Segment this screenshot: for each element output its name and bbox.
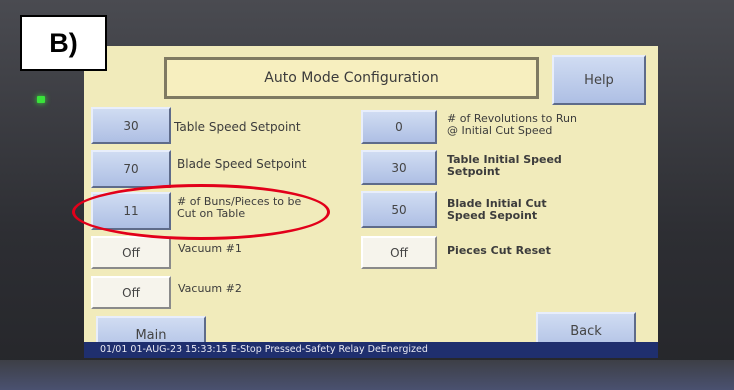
vacuum-1-button[interactable]: Off	[91, 236, 171, 269]
revolutions-label-line2: @ Initial Cut Speed	[447, 124, 553, 137]
figure-tag-text: B)	[49, 27, 78, 58]
blade-initial-cut-value: 50	[391, 202, 407, 217]
revolutions-value: 0	[395, 120, 403, 134]
blade-speed-setpoint-value: 70	[123, 162, 139, 176]
pieces-cut-reset-label: Pieces Cut Reset	[447, 244, 551, 257]
table-initial-speed-value: 30	[391, 160, 407, 175]
help-button-label: Help	[584, 72, 614, 88]
pieces-cut-reset-value: Off	[390, 245, 408, 260]
power-led	[37, 96, 45, 103]
help-button[interactable]: Help	[552, 55, 646, 105]
screen-title: Auto Mode Configuration	[164, 57, 539, 99]
table-speed-setpoint-value: 30	[123, 118, 139, 133]
table-speed-setpoint-label: Table Speed Setpoint	[174, 120, 301, 134]
vacuum-2-value: Off	[122, 285, 140, 300]
vacuum-2-button[interactable]: Off	[91, 276, 171, 309]
revolutions-button[interactable]: 0	[361, 110, 437, 144]
blade-speed-setpoint-label: Blade Speed Setpoint	[177, 157, 307, 171]
vacuum-2-label: Vacuum #2	[178, 282, 242, 295]
hmi-screen: Auto Mode Configuration Help 30 Table Sp…	[84, 46, 658, 358]
vacuum-1-value: Off	[122, 245, 140, 260]
pieces-cut-reset-button[interactable]: Off	[361, 236, 437, 269]
figure-tag: B)	[20, 15, 107, 71]
alarm-status-text: 01/01 01-AUG-23 15:33:15 E-Stop Pressed-…	[100, 344, 428, 355]
table-speed-setpoint-button[interactable]: 30	[91, 107, 171, 144]
vacuum-1-label: Vacuum #1	[178, 242, 242, 255]
buns-pieces-value: 11	[123, 204, 139, 218]
blade-speed-setpoint-button[interactable]: 70	[91, 150, 171, 188]
back-button-label: Back	[570, 324, 602, 339]
table-initial-speed-label-line2: Setpoint	[447, 165, 500, 178]
alarm-status-bar: 01/01 01-AUG-23 15:33:15 E-Stop Pressed-…	[84, 342, 658, 358]
blade-initial-cut-button[interactable]: 50	[361, 191, 437, 228]
buns-pieces-label-line2: Cut on Table	[177, 207, 246, 220]
buns-pieces-button[interactable]: 11	[91, 192, 171, 230]
table-initial-speed-button[interactable]: 30	[361, 150, 437, 185]
screen-title-text: Auto Mode Configuration	[264, 70, 439, 86]
bezel-bottom	[0, 360, 734, 390]
main-button-label: Main	[135, 328, 167, 343]
blade-initial-cut-label-line2: Speed Sepoint	[447, 209, 538, 222]
